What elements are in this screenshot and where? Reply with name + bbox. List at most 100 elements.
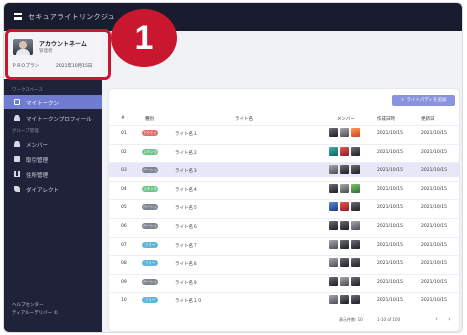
row-created: 2021/10/15 bbox=[377, 242, 403, 248]
chevron-right-icon[interactable]: › bbox=[448, 315, 451, 323]
sidebar-item-label: マイトークン bbox=[26, 101, 60, 107]
member-avatar bbox=[329, 165, 338, 175]
add-button[interactable]: ＋ ライトパディを追加 bbox=[392, 95, 455, 106]
row-updated: 2021/10/15 bbox=[421, 298, 447, 304]
table-row[interactable]: 04 スタンダード ライト名４ 2021/10/15 2021/10/15 bbox=[109, 180, 459, 197]
column-header-status: 種別 bbox=[145, 117, 154, 122]
sidebar-item-token-profile[interactable]: マイトークンプロフィール bbox=[4, 111, 102, 125]
member-avatar bbox=[340, 258, 349, 268]
column-header-no: # bbox=[121, 116, 125, 121]
row-created: 2021/10/15 bbox=[377, 149, 403, 155]
member-avatar bbox=[340, 183, 349, 193]
step-badge: 1 bbox=[111, 9, 177, 67]
table-header: # 種別 ライト名 メンバー 作成日時 更新日 bbox=[109, 113, 459, 125]
table-row[interactable]: 05 ベーシック ライト名５ 2021/10/15 2021/10/15 bbox=[109, 199, 459, 215]
member-avatar bbox=[351, 239, 360, 249]
row-name: ライト名９ bbox=[175, 280, 198, 286]
chevron-left-icon[interactable]: ‹ bbox=[435, 315, 438, 323]
table-row[interactable]: 03 ベーシック ライト名３ 2021/10/15 2021/10/15 bbox=[109, 162, 459, 178]
row-number: 10 bbox=[121, 298, 127, 304]
people-icon bbox=[14, 141, 20, 147]
row-name: ライト名４ bbox=[175, 187, 198, 193]
sidebar-item-label: 取引管理 bbox=[26, 158, 49, 164]
table-row[interactable]: 01 アクティブ ライト名１ 2021/10/15 2021/10/15 bbox=[109, 125, 459, 141]
sidebar-section-group: グループ管理 bbox=[12, 129, 39, 134]
member-avatar bbox=[340, 239, 349, 249]
row-updated: 2021/10/15 bbox=[421, 149, 447, 155]
user-icon bbox=[14, 115, 20, 121]
member-avatar bbox=[340, 128, 349, 137]
sidebar-item-my-token[interactable]: マイトークン bbox=[4, 95, 102, 109]
row-name: ライト名３ bbox=[175, 169, 198, 175]
row-created: 2021/10/15 bbox=[377, 298, 403, 304]
member-avatar bbox=[351, 202, 360, 212]
pagination: 表示件数: 10 1-10 of 100 ‹ › bbox=[109, 314, 459, 326]
member-avatar bbox=[340, 146, 349, 156]
sidebar-item-transactions[interactable]: 取引管理 bbox=[4, 152, 102, 166]
member-avatar bbox=[340, 221, 349, 230]
row-number: 05 bbox=[121, 205, 127, 211]
member-avatar bbox=[351, 276, 360, 286]
member-avatar bbox=[329, 128, 338, 137]
column-header-updated: 更新日 bbox=[421, 117, 435, 122]
row-created: 2021/10/15 bbox=[377, 261, 403, 267]
row-name: ライト名５ bbox=[175, 206, 198, 212]
row-updated: 2021/10/15 bbox=[421, 131, 447, 136]
row-number: 09 bbox=[121, 279, 127, 285]
member-avatar bbox=[329, 295, 338, 305]
help-center-link[interactable]: ヘルプセンター bbox=[12, 302, 44, 308]
column-header-members: メンバー bbox=[337, 117, 355, 122]
phone-icon bbox=[14, 186, 20, 192]
book-icon bbox=[14, 171, 20, 177]
profile-highlight bbox=[5, 29, 111, 80]
table-row[interactable]: 07 フリー ライト名７ 2021/10/15 2021/10/15 bbox=[109, 236, 459, 252]
chat-icon bbox=[14, 99, 20, 105]
sidebar-item-dialect[interactable]: ダイアレクト bbox=[4, 182, 102, 196]
member-avatar bbox=[329, 146, 338, 156]
member-avatar bbox=[340, 202, 349, 212]
row-number: 08 bbox=[121, 261, 127, 267]
status-badge: フリー bbox=[142, 260, 158, 267]
row-updated: 2021/10/15 bbox=[421, 261, 447, 267]
member-avatar bbox=[351, 221, 360, 230]
sidebar-item-members[interactable]: メンバー bbox=[4, 137, 102, 151]
sidebar-item-addresses[interactable]: 住所管理 bbox=[4, 167, 102, 181]
member-avatar bbox=[329, 258, 338, 268]
row-created: 2021/10/15 bbox=[377, 205, 403, 211]
member-avatar bbox=[329, 221, 338, 230]
member-avatar bbox=[340, 276, 349, 286]
table-row[interactable]: 09 ベーシック ライト名９ 2021/10/15 2021/10/15 bbox=[109, 273, 459, 290]
rows-per-page[interactable]: 表示件数: 10 bbox=[339, 317, 363, 323]
row-number: 02 bbox=[121, 149, 127, 155]
row-updated: 2021/10/15 bbox=[421, 168, 447, 174]
table-card: ＋ ライトパディを追加 # 種別 ライト名 メンバー 作成日時 更新日 01 アク… bbox=[109, 89, 459, 331]
row-created: 2021/10/15 bbox=[377, 279, 403, 285]
column-header-created: 作成日時 bbox=[377, 117, 395, 122]
member-avatar bbox=[351, 258, 360, 268]
row-number: 07 bbox=[121, 242, 127, 248]
status-badge: スタンダード bbox=[142, 148, 158, 160]
footer-copyright: ティアルーデリバー © bbox=[12, 311, 59, 316]
row-name: ライト名１ bbox=[175, 132, 198, 137]
table-row[interactable]: 06 ベーシック ライト名６ 2021/10/15 2021/10/15 bbox=[109, 218, 459, 234]
member-avatar bbox=[329, 202, 338, 212]
row-created: 2021/10/15 bbox=[377, 186, 403, 192]
member-avatar bbox=[340, 165, 349, 175]
member-avatar bbox=[329, 183, 338, 193]
page-range: 1-10 of 100 bbox=[377, 317, 401, 322]
table-row[interactable]: 10 フリー ライト名１０ 2021/10/15 2021/10/15 bbox=[109, 292, 459, 307]
app-window: セキュアライトリンクジュ アカウントネーム 管理者 ＰＲＯプラン 2021年10… bbox=[3, 2, 463, 333]
member-avatar bbox=[329, 276, 338, 286]
row-updated: 2021/10/15 bbox=[421, 186, 447, 192]
menu-icon[interactable] bbox=[14, 13, 22, 20]
row-created: 2021/10/15 bbox=[377, 168, 403, 174]
row-name: ライト名２ bbox=[175, 150, 198, 156]
status-badge: フリー bbox=[142, 241, 158, 248]
row-updated: 2021/10/15 bbox=[421, 279, 447, 285]
sidebar-item-label: メンバー bbox=[26, 143, 49, 149]
member-avatar bbox=[351, 183, 360, 193]
table-row[interactable]: 02 スタンダード ライト名２ 2021/10/15 2021/10/15 bbox=[109, 143, 459, 160]
row-updated: 2021/10/15 bbox=[421, 224, 447, 229]
row-created: 2021/10/15 bbox=[377, 224, 403, 229]
table-row[interactable]: 08 フリー ライト名８ 2021/10/15 2021/10/15 bbox=[109, 255, 459, 270]
